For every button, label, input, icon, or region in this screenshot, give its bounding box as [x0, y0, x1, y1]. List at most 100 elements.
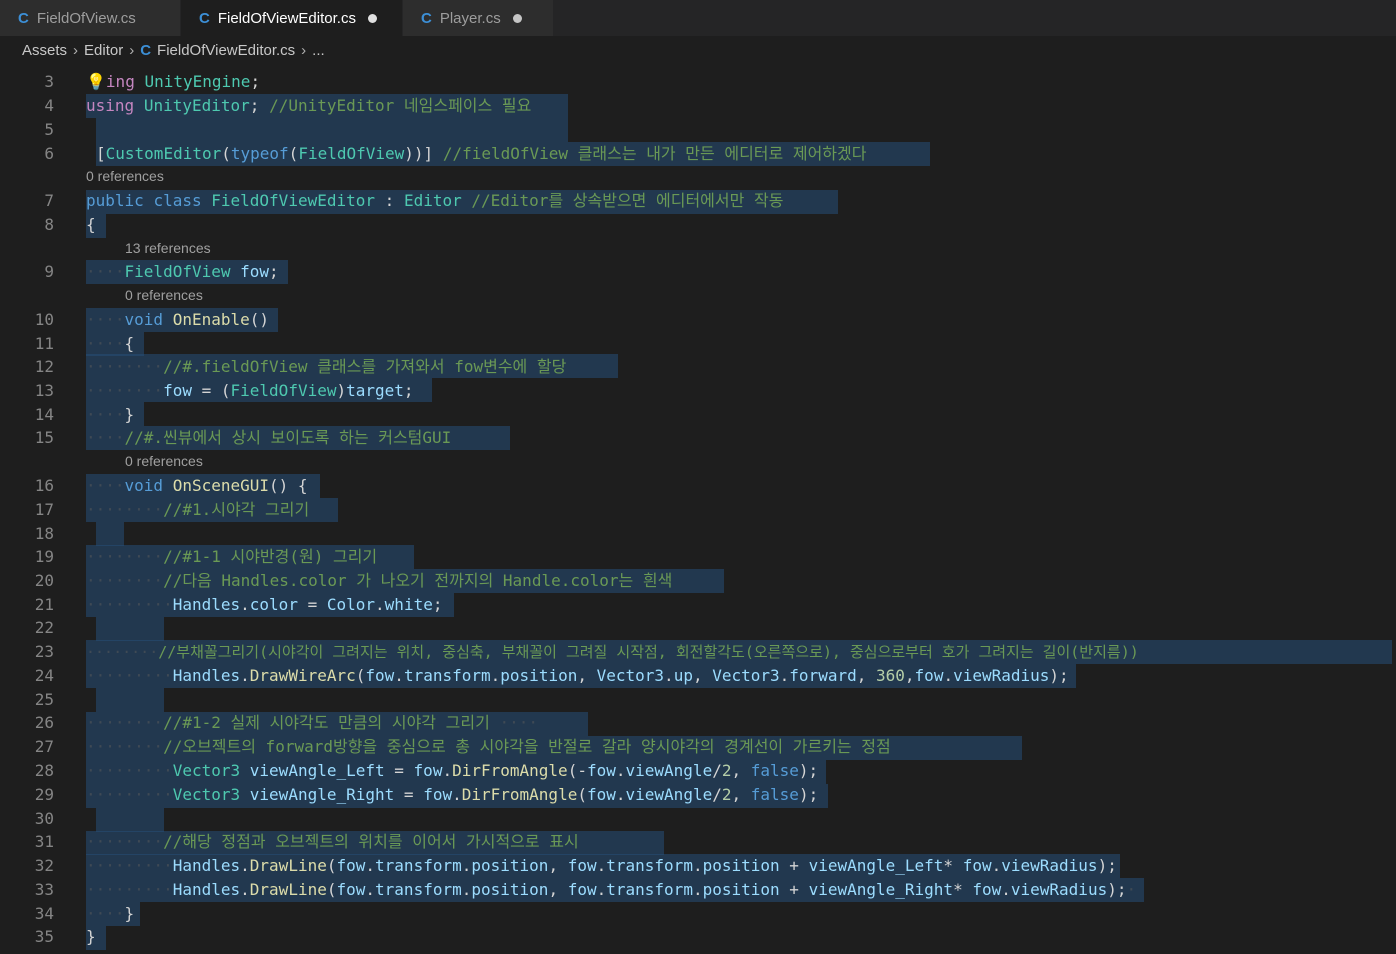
- code-token: .: [365, 880, 376, 899]
- code-line[interactable]: using UnityEditor; //UnityEditor 네임스페이스 …: [86, 96, 531, 116]
- code-token: viewAngle_Left: [249, 761, 385, 780]
- code-token: =: [297, 595, 327, 614]
- code-token: =: [394, 785, 424, 804]
- code-token: white: [384, 595, 433, 614]
- code-token: 360: [876, 666, 905, 685]
- tab-fieldofview[interactable]: C FieldOfView.cs: [0, 0, 180, 36]
- code-line[interactable]: ····FieldOfView fow;: [86, 262, 279, 282]
- code-token: viewAngle_Left: [808, 856, 944, 875]
- code-comment: //Editor를 상속받으면 에디터에서만 작동: [471, 191, 784, 210]
- code-token: =: [384, 761, 414, 780]
- lightbulb-icon[interactable]: 💡: [86, 72, 106, 91]
- csharp-file-icon: C: [421, 9, 432, 27]
- code-token: using: [86, 96, 135, 115]
- code-token: false: [750, 785, 799, 804]
- code-comment: //부채꼴그리기(시야각이 그려지는 위치, 중심축, 부채꼴이 그려질 시작점…: [158, 643, 1139, 661]
- code-line[interactable]: ········//#.fieldOfView 클래스를 가져와서 fow변수에…: [86, 357, 566, 377]
- code-editor[interactable]: 3 4 5 6 7 8 9 10 11 12 13 14 15 16 17 18…: [0, 64, 1396, 954]
- code-token: typeof: [230, 144, 289, 163]
- unsaved-dot-icon[interactable]: [512, 13, 522, 23]
- codelens-references[interactable]: 0 references: [125, 453, 203, 469]
- code-line[interactable]: ········fow = (FieldOfView)target;: [86, 381, 414, 401]
- code-token: UnityEngine: [144, 72, 251, 91]
- line-number: 25: [34, 690, 54, 709]
- tab-fieldofvieweditor[interactable]: C FieldOfViewEditor.cs: [181, 0, 402, 36]
- line-number: 16: [34, 476, 54, 495]
- selection-highlight: [96, 522, 124, 546]
- code-token: Color: [326, 595, 376, 614]
- code-line[interactable]: ·········Handles.DrawLine(fow.transform.…: [86, 880, 1136, 900]
- line-number: 22: [34, 618, 54, 637]
- code-line[interactable]: }: [86, 927, 96, 947]
- line-number: 17: [34, 500, 54, 519]
- code-line[interactable]: ····{: [86, 334, 134, 354]
- code-comment: //#.fieldOfView 클래스를 가져와서 fow변수에 할당: [163, 357, 567, 376]
- breadcrumb-assets[interactable]: Assets: [22, 42, 67, 59]
- unsaved-dot-icon[interactable]: [367, 13, 377, 23]
- codelens-references[interactable]: 0 references: [86, 168, 164, 184]
- breadcrumb-editor[interactable]: Editor: [84, 42, 123, 59]
- line-number: 15: [34, 428, 54, 447]
- codelens-references[interactable]: 13 references: [125, 240, 211, 256]
- tab-label: Player.cs: [439, 9, 501, 27]
- code-line[interactable]: 💡ing UnityEngine;: [86, 72, 260, 92]
- code-line[interactable]: ····void OnEnable(): [86, 310, 269, 330]
- code-line[interactable]: ····}: [86, 405, 134, 425]
- code-token: fow: [336, 880, 366, 899]
- code-line[interactable]: ········//#1.시야각 그리기: [86, 500, 309, 520]
- line-number: 30: [34, 809, 54, 828]
- code-token: transform: [606, 880, 693, 899]
- code-line[interactable]: ········//오브젝트의 forward방향을 중심으로 총 시야각을 반…: [86, 737, 891, 757]
- code-token: fow: [567, 880, 597, 899]
- code-token: .: [692, 880, 703, 899]
- code-line[interactable]: [CustomEditor(typeof(FieldOfView))] //fi…: [96, 144, 866, 164]
- csharp-file-icon: C: [199, 9, 210, 27]
- code-line[interactable]: ········//#1-2 실제 시야각도 만큼의 시야각 그리기 ····: [86, 713, 538, 733]
- line-number: 23: [34, 642, 54, 661]
- line-number: 28: [34, 761, 54, 780]
- breadcrumb-file[interactable]: FieldOfViewEditor.cs: [157, 42, 295, 59]
- code-token: .: [692, 856, 703, 875]
- line-number: 19: [34, 547, 54, 566]
- code-line[interactable]: ·········Vector3 viewAngle_Right = fow.D…: [86, 785, 818, 805]
- code-token: = (: [201, 381, 231, 400]
- code-line[interactable]: ·········Handles.DrawWireArc(fow.transfo…: [86, 666, 1069, 686]
- codelens-references[interactable]: 0 references: [125, 287, 203, 303]
- code-token: .: [240, 880, 250, 899]
- code-line[interactable]: public class FieldOfViewEditor : Editor …: [86, 191, 783, 211]
- code-token: DirFromAngle: [461, 785, 578, 804]
- code-token: (: [221, 144, 231, 163]
- code-comment: //UnityEditor 네임스페이스 필요: [269, 96, 532, 115]
- code-token: ;: [432, 595, 443, 614]
- code-line[interactable]: ········//부채꼴그리기(시야각이 그려지는 위치, 중심축, 부채꼴이…: [86, 642, 1139, 662]
- code-token: +: [779, 856, 809, 875]
- code-line[interactable]: ········//해당 정점과 오브젝트의 위치를 이어서 가시적으로 표시: [86, 832, 579, 852]
- code-token: :: [384, 191, 395, 210]
- code-line[interactable]: ····//#.씬뷰에서 상시 보이도록 하는 커스텀GUI: [86, 428, 451, 448]
- code-token: .: [991, 856, 1002, 875]
- code-line[interactable]: ····}: [86, 904, 134, 924]
- code-line[interactable]: ········//다음 Handles.color 가 나오기 전까지의 Ha…: [86, 571, 672, 591]
- code-token: .: [596, 880, 607, 899]
- code-token: ,: [904, 666, 915, 685]
- code-line[interactable]: ········//#1-1 시야반경(원) 그리기: [86, 547, 377, 567]
- code-line[interactable]: ····void OnSceneGUI() {: [86, 476, 308, 496]
- code-token: transform: [375, 856, 462, 875]
- code-token: .: [461, 880, 472, 899]
- code-line[interactable]: {: [86, 215, 96, 235]
- chevron-right-icon: ›: [73, 41, 79, 59]
- code-token: ,: [548, 880, 568, 899]
- tab-player[interactable]: C Player.cs: [403, 0, 553, 36]
- code-token: Handles: [172, 666, 241, 685]
- code-line[interactable]: ·········Handles.DrawLine(fow.transform.…: [86, 856, 1117, 876]
- code-token: class: [153, 191, 202, 210]
- selection-highlight: [96, 617, 164, 641]
- code-token: ,: [856, 666, 876, 685]
- code-token: position: [702, 856, 780, 875]
- line-number: 33: [34, 880, 54, 899]
- code-line[interactable]: ·········Vector3 viewAngle_Left = fow.Di…: [86, 761, 818, 781]
- breadcrumb-more[interactable]: ...: [312, 42, 325, 59]
- code-line[interactable]: ·········Handles.color = Color.white;: [86, 595, 442, 615]
- code-token: DrawWireArc: [249, 666, 356, 685]
- code-token: .: [615, 785, 626, 804]
